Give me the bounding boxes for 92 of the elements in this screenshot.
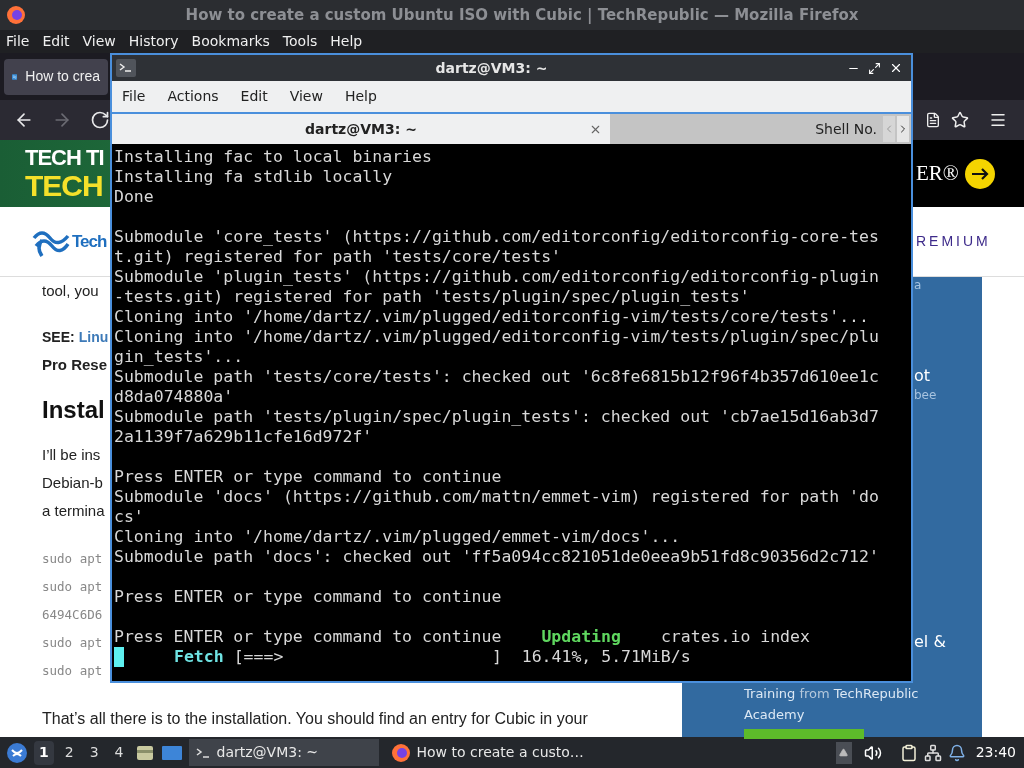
menu-item[interactable]: Help — [330, 31, 363, 52]
workspace-button[interactable]: 4 — [109, 740, 129, 765]
section-heading: Instal — [42, 395, 105, 425]
close-icon[interactable] — [889, 61, 903, 75]
terminal-line: -tests.git) registered for path 'tests/plugin/spec/plugin_tests' — [114, 287, 750, 307]
menu-item[interactable]: Edit — [240, 86, 268, 107]
reload-icon[interactable] — [90, 110, 110, 130]
paragraph-text: Debian-b — [42, 473, 103, 493]
bookmark-star-icon[interactable] — [951, 111, 969, 129]
sidebar-text: el & — [914, 631, 947, 653]
see-also-label: SEE: — [42, 328, 75, 347]
terminal-icon — [194, 745, 211, 760]
paragraph-text: a termina — [42, 501, 105, 521]
terminal-line: Submodule path 'docs': checked out 'ff5a094cc821051de0eea9b51fd8c90356d2c712' — [114, 547, 879, 567]
status-word: Updating — [541, 627, 621, 647]
menu-icon[interactable] — [989, 111, 1007, 129]
code-line: sudo apt — [42, 634, 103, 652]
terminal-line: Done — [114, 187, 154, 207]
taskbar-task[interactable]: dartz@VM3: ~ — [188, 739, 379, 766]
arrow-up-icon — [839, 748, 849, 757]
premium-label: REMIUM — [916, 232, 991, 251]
terminal-line: 2a1139f7a629b11cfe16d972f' — [114, 427, 373, 447]
terminal-line: Press ENTER or type command to continue — [114, 587, 502, 607]
article-link[interactable]: Linu — [78, 323, 109, 351]
workspace-button[interactable]: 2 — [59, 740, 79, 765]
code-line: sudo apt — [42, 662, 103, 680]
terminal-line: Submodule path 'tests/plugin/spec/plugin_tests': checked out 'cb7ae15d16ab3d7 — [114, 407, 879, 427]
terminal-line: d8da074880a' — [114, 387, 234, 407]
menu-item[interactable]: View — [82, 31, 116, 52]
tray-expander[interactable] — [835, 741, 852, 764]
menu-item[interactable]: File — [122, 86, 146, 107]
logo-text: Tech — [72, 230, 107, 253]
menu-item[interactable]: History — [128, 31, 179, 52]
code-line: 6494C6D6 — [42, 606, 103, 624]
start-menu-icon[interactable] — [6, 741, 28, 764]
terminal-line: Cloning into '/home/dartz/.vim/plugged/editorconfig-vim/tests/core/tests'... — [114, 307, 869, 327]
menu-item[interactable]: Bookmarks — [191, 31, 270, 52]
promo-text: Academy — [744, 706, 805, 724]
terminal-line: Cloning into '/home/dartz/.vim/plugged/editorconfig-vim/tests/plugin/spec/plu — [114, 327, 879, 347]
clock-text[interactable]: 23:40 — [975, 742, 1016, 763]
clipboard-icon[interactable] — [899, 743, 918, 762]
menu-item[interactable]: Edit — [42, 31, 70, 52]
banner-text: TECH TI — [25, 145, 104, 170]
terminal-text: [===> ] 16.41%, 5.71MiB/s — [233, 647, 691, 667]
terminal-text: Press ENTER or type command to continue — [114, 627, 502, 647]
terminal-line: Submodule path 'tests/core/tests': checked out '6c8fe6815b12f96f4b357d610ee1c — [114, 367, 879, 387]
volume-icon[interactable] — [863, 743, 882, 762]
promo-text: Training from TechRepublic — [744, 685, 919, 703]
status-word: Fetch — [174, 647, 224, 667]
terminal-tab[interactable]: dartz@VM3: ~ — [112, 114, 610, 144]
paragraph-text: tool, you — [42, 281, 99, 301]
arrow-button-icon[interactable] — [964, 158, 995, 189]
notification-icon[interactable] — [947, 743, 966, 762]
browser-tab[interactable]: How to crea — [4, 58, 108, 95]
sidebar-text: bee — [914, 387, 938, 403]
firefox-icon — [390, 742, 411, 763]
terminal-line: Press ENTER or type command to continue — [114, 467, 502, 487]
terminal-line: Submodule 'docs' (https://github.com/mattn/emmet-vim) registered for path 'do — [114, 487, 879, 507]
paragraph-text: That’s all there is to the installation. You should find an entry for Cubic in your — [42, 709, 588, 729]
workspace-button[interactable]: 1 — [34, 740, 54, 765]
terminal-line: gin_tests'... — [114, 347, 244, 367]
terminal-line: Submodule 'plugin_tests' (https://github.com/editorconfig/editorconfig-plugin — [114, 267, 879, 287]
menu-item[interactable]: Help — [344, 86, 377, 107]
window-title: dartz@VM3: ~ — [434, 58, 549, 78]
workspace-button[interactable]: 3 — [84, 740, 104, 765]
terminal-line: Installing fa stdlib locally — [114, 167, 393, 187]
code-line: sudo apt — [42, 578, 103, 596]
window-title: How to create a custom Ubuntu ISO with Cubic | TechRepublic — Mozilla Firefox — [184, 4, 860, 26]
terminal-text: crates.io index — [660, 627, 810, 647]
banner-text: TECH — [25, 169, 103, 202]
maximize-icon[interactable] — [868, 61, 881, 75]
menu-item[interactable]: File — [6, 31, 30, 52]
taskbar-task[interactable]: How to create a custo… — [384, 739, 590, 766]
sidebar-text: ot — [914, 365, 932, 387]
banner-text: ER® — [916, 159, 959, 187]
terminal-line: Cloning into '/home/dartz/.vim/plugged/emmet-vim/docs'... — [114, 527, 681, 547]
terminal-line: Submodule 'core_tests' (https://github.com/editorconfig/editorconfig-core-tes — [114, 227, 879, 247]
terminal-line: Installing fac to local binaries — [114, 147, 432, 167]
menu-item[interactable]: Tools — [282, 31, 318, 52]
terminal-line: cs' — [114, 507, 144, 527]
code-line: sudo apt — [42, 550, 103, 568]
sidebar-text: a — [914, 277, 923, 293]
menu-item[interactable]: View — [289, 86, 323, 107]
firefox-icon — [6, 5, 26, 25]
paragraph-text: Pro Rese — [42, 355, 108, 375]
scroll-tabs-right-button[interactable] — [897, 116, 909, 142]
terminal-line: t.git) registered for path 'tests/core/tests' — [114, 247, 562, 267]
menu-item[interactable]: Actions — [167, 86, 219, 107]
paragraph-text: I’ll be ins — [42, 445, 101, 465]
network-icon[interactable] — [923, 743, 942, 762]
reader-view-icon[interactable] — [925, 112, 941, 128]
terminal-icon — [116, 59, 136, 77]
